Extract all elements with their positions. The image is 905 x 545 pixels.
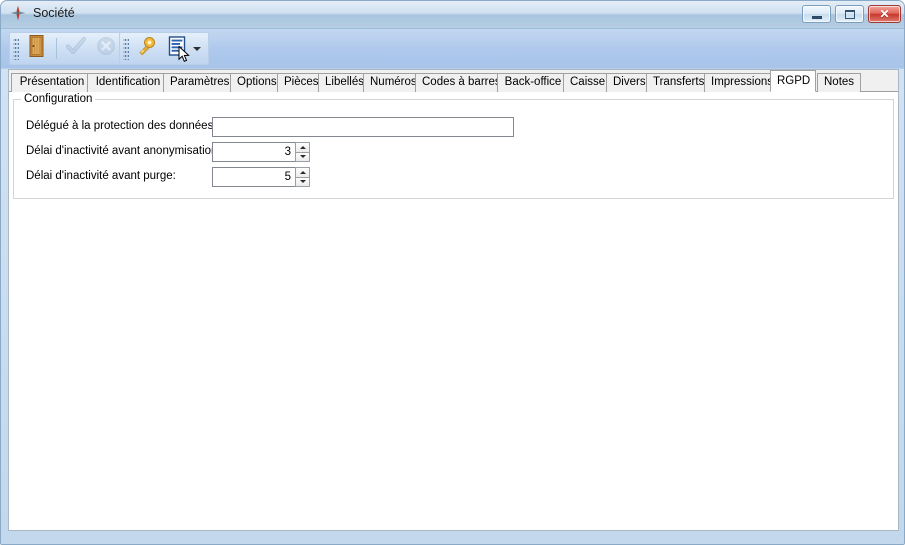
key-icon	[135, 34, 159, 63]
tab-identification[interactable]: Identification	[87, 73, 169, 92]
tab-back-office[interactable]: Back-office	[497, 73, 569, 92]
toolbar	[1, 29, 905, 69]
configuration-group-box: Configuration Délégué à la protection de…	[13, 99, 894, 199]
key-button[interactable]	[132, 35, 162, 62]
data-protection-officer-input[interactable]	[212, 117, 514, 137]
toolbar-gripper-icon[interactable]	[13, 37, 19, 60]
checkmark-icon	[65, 35, 87, 62]
list-button[interactable]	[162, 35, 192, 62]
anonymization-delay-increment-button[interactable]	[295, 142, 310, 152]
toolbar-group-navigation	[9, 32, 125, 65]
validate-button[interactable]	[61, 35, 91, 62]
arrow-up-icon	[300, 146, 306, 149]
close-button[interactable]: ✕	[868, 5, 901, 23]
window-controls: ✕	[802, 5, 901, 23]
client-area: Présentation Identification Paramètres O…	[8, 69, 899, 531]
tab-notes[interactable]: Notes	[817, 73, 861, 92]
purge-delay-increment-button[interactable]	[295, 167, 310, 177]
close-icon: ✕	[879, 8, 889, 20]
anonymization-delay-stepper[interactable]	[212, 142, 310, 162]
tab-numeros[interactable]: Numéros	[363, 73, 421, 92]
tab-options[interactable]: Options	[230, 73, 283, 92]
row-data-protection-officer: Délégué à la protection des données:	[26, 120, 217, 132]
row-anonymization-delay: Délai d'inactivité avant anonymisation:	[26, 145, 221, 157]
minimize-button[interactable]	[802, 5, 831, 23]
tab-page-rgpd: Configuration Délégué à la protection de…	[9, 92, 898, 530]
purge-delay-stepper[interactable]	[212, 167, 310, 187]
tab-parametres[interactable]: Paramètres	[163, 73, 236, 92]
toolbar-separator	[56, 38, 57, 59]
tab-pieces[interactable]: Pièces	[277, 73, 324, 92]
purge-delay-decrement-button[interactable]	[295, 177, 310, 188]
arrow-down-icon-2	[300, 180, 306, 183]
minimize-icon	[812, 16, 822, 19]
cancel-circle-icon	[95, 35, 117, 62]
arrow-up-icon-2	[300, 171, 306, 174]
window-title: Société	[33, 5, 75, 21]
anonymization-delay-decrement-button[interactable]	[295, 152, 310, 163]
purge-delay-spin-buttons	[295, 167, 310, 187]
tab-rgpd[interactable]: RGPD	[770, 70, 816, 92]
exit-door-button[interactable]	[22, 35, 52, 62]
label-purge-delay: Délai d'inactivité avant purge:	[26, 170, 176, 182]
label-anonymization-delay: Délai d'inactivité avant anonymisation:	[26, 145, 221, 157]
toolbar-group-tools	[119, 32, 209, 65]
tab-codes-a-barres[interactable]: Codes à barres	[415, 73, 503, 92]
row-purge-delay: Délai d'inactivité avant purge:	[26, 170, 176, 182]
arrow-down-icon	[300, 155, 306, 158]
application-window: Société ✕	[0, 0, 905, 545]
compass-icon	[10, 5, 26, 21]
title-bar[interactable]: Société ✕	[1, 1, 905, 29]
chevron-down-icon[interactable]	[193, 47, 201, 51]
toolbar-gripper-icon-2[interactable]	[123, 37, 129, 60]
tab-impressions[interactable]: Impressions	[704, 73, 776, 92]
tab-transferts[interactable]: Transferts	[646, 73, 710, 92]
purge-delay-input[interactable]	[212, 167, 295, 187]
cancel-button[interactable]	[91, 35, 121, 62]
anonymization-delay-input[interactable]	[212, 142, 295, 162]
tab-strip: Présentation Identification Paramètres O…	[9, 70, 898, 92]
title-bar-left: Société	[10, 5, 75, 21]
document-list-icon	[166, 35, 188, 62]
label-data-protection-officer: Délégué à la protection des données:	[26, 120, 217, 132]
tab-caisse[interactable]: Caisse	[563, 73, 612, 92]
door-icon	[26, 34, 48, 63]
maximize-button[interactable]	[835, 5, 864, 23]
configuration-legend: Configuration	[21, 93, 95, 105]
tab-presentation[interactable]: Présentation	[11, 73, 93, 92]
anonymization-delay-spin-buttons	[295, 142, 310, 162]
tab-libelles[interactable]: Libellés	[318, 73, 369, 92]
maximize-icon	[845, 10, 855, 19]
